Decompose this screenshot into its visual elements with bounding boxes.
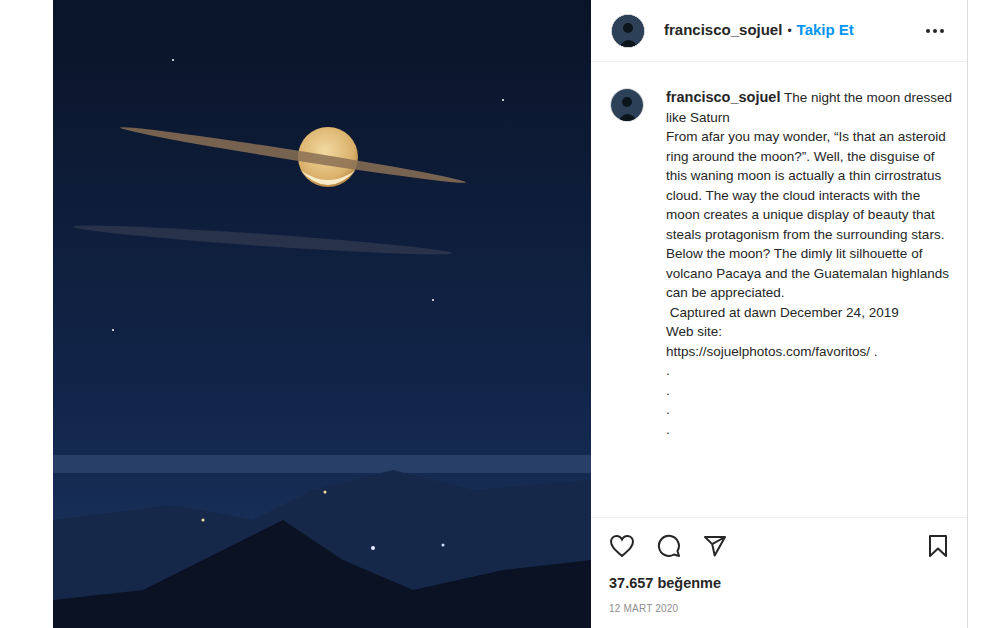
post-photo	[53, 0, 591, 628]
caption: francisco_sojuel The night the moon dres…	[591, 62, 967, 517]
follow-button[interactable]: Takip Et	[797, 19, 854, 42]
avatar-icon[interactable]	[611, 14, 645, 48]
more-options-icon[interactable]	[923, 19, 947, 43]
caption-line: Captured at dawn December 24, 2019	[666, 303, 955, 323]
caption-line: From afar you may wonder, “Is that an as…	[666, 127, 955, 303]
avatar-icon[interactable]	[610, 88, 644, 122]
separator: •	[787, 22, 791, 40]
like-count[interactable]: 37.657 beğenme	[609, 566, 949, 601]
action-bar	[609, 518, 949, 566]
caption-username[interactable]: francisco_sojuel	[666, 89, 780, 105]
moon-photo-icon	[53, 0, 591, 628]
post-date[interactable]: 12 MART 2020	[609, 601, 949, 628]
caption-line: .	[666, 400, 955, 420]
post-header: francisco_sojuel • Takip Et	[591, 0, 967, 62]
caption-line: .	[666, 381, 955, 401]
post-panel: francisco_sojuel • Takip Et francisco_so…	[591, 0, 968, 628]
post-page: francisco_sojuel • Takip Et francisco_so…	[0, 0, 990, 628]
caption-line: .	[666, 420, 955, 440]
post-footer: 37.657 beğenme 12 MART 2020	[591, 517, 967, 628]
caption-line: .	[666, 361, 955, 381]
caption-text: francisco_sojuel The night the moon dres…	[666, 88, 955, 517]
caption-line: https://sojuelphotos.com/favoritos/ .	[666, 342, 955, 362]
username[interactable]: francisco_sojuel	[664, 19, 782, 42]
share-icon[interactable]	[703, 534, 727, 558]
caption-line: Web site:	[666, 322, 955, 342]
like-heart-icon[interactable]	[609, 534, 635, 558]
bookmark-icon[interactable]	[927, 534, 949, 558]
comment-icon[interactable]	[657, 534, 681, 558]
